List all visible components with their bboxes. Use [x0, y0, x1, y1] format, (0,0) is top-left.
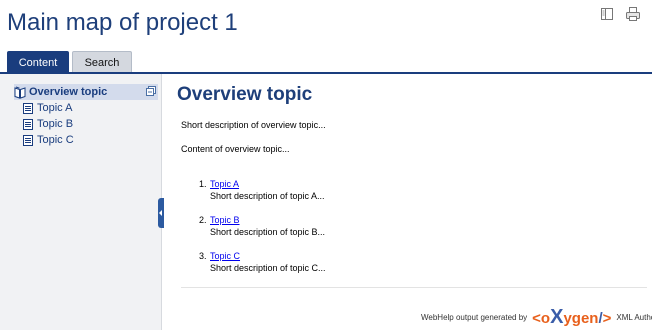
topic-a-link[interactable]: Topic A — [210, 179, 239, 189]
print-icon[interactable] — [625, 6, 641, 22]
toc-item-topic-b[interactable]: Topic B — [22, 116, 73, 132]
topic-body: Content of overview topic... — [181, 144, 290, 154]
list-number: 2. — [199, 215, 207, 225]
topic-shortdesc: Short description of overview topic... — [181, 120, 326, 130]
footer-suffix: XML Author — [616, 312, 652, 322]
topic-b-link[interactable]: Topic B — [210, 215, 240, 225]
footer: WebHelp output generated by <oXygen/> XM… — [421, 307, 652, 327]
link-description: Short description of topic A... — [210, 191, 325, 201]
toc-sidebar: Overview topic Topic A Topic B Topic C — [0, 74, 162, 330]
list-number: 1. — [199, 179, 207, 189]
page-icon — [23, 102, 33, 114]
toc-item-label: Topic A — [37, 102, 73, 114]
link-description: Short description of topic B... — [210, 227, 326, 237]
toc-item-label: Topic C — [37, 134, 74, 146]
page-title: Main map of project 1 — [7, 9, 238, 36]
toc-item-overview-topic[interactable]: Overview topic — [14, 84, 158, 100]
footer-prefix: WebHelp output generated by — [421, 312, 528, 322]
topic-c-link[interactable]: Topic C — [210, 251, 240, 261]
link-description: Short description of topic C... — [210, 263, 326, 273]
oxygen-logo[interactable]: <oXygen/> — [532, 307, 611, 327]
toc-item-topic-c[interactable]: Topic C — [22, 132, 74, 148]
tab-search[interactable]: Search — [72, 51, 132, 73]
page-icon — [23, 118, 33, 130]
topic-content: Overview topic Short description of over… — [163, 74, 652, 330]
page-icon — [23, 134, 33, 146]
collapse-all-icon[interactable] — [146, 86, 156, 96]
list-number: 3. — [199, 251, 207, 261]
toc-item-label: Overview topic — [29, 86, 108, 98]
tab-content[interactable]: Content — [7, 51, 69, 73]
toc-toggle-icon[interactable] — [599, 6, 615, 22]
toc-item-topic-a[interactable]: Topic A — [22, 100, 72, 116]
topic-title: Overview topic — [177, 84, 313, 105]
header: Main map of project 1 Content Search — [0, 0, 652, 74]
toc-item-label: Topic B — [37, 118, 74, 130]
footer-divider — [181, 287, 647, 288]
book-icon — [14, 86, 26, 99]
